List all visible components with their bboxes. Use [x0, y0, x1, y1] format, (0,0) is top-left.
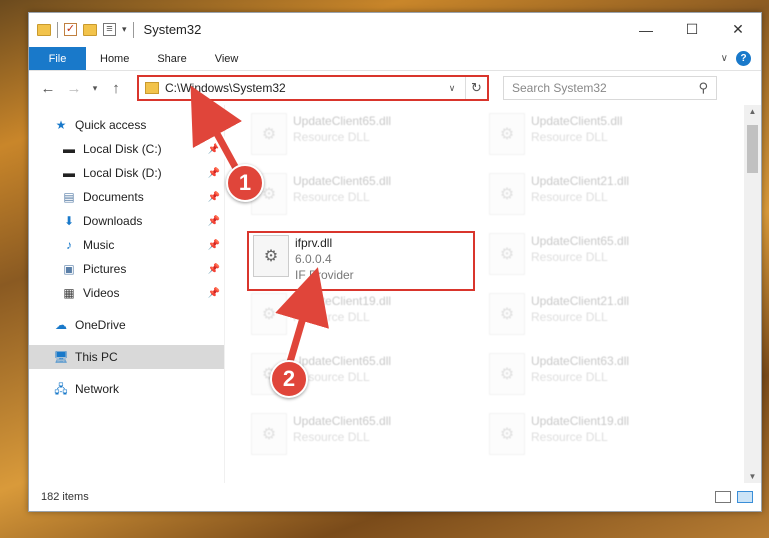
annotation-arrows	[190, 85, 329, 368]
callout-1: 1	[226, 164, 264, 202]
callout-2: 2	[270, 360, 308, 398]
